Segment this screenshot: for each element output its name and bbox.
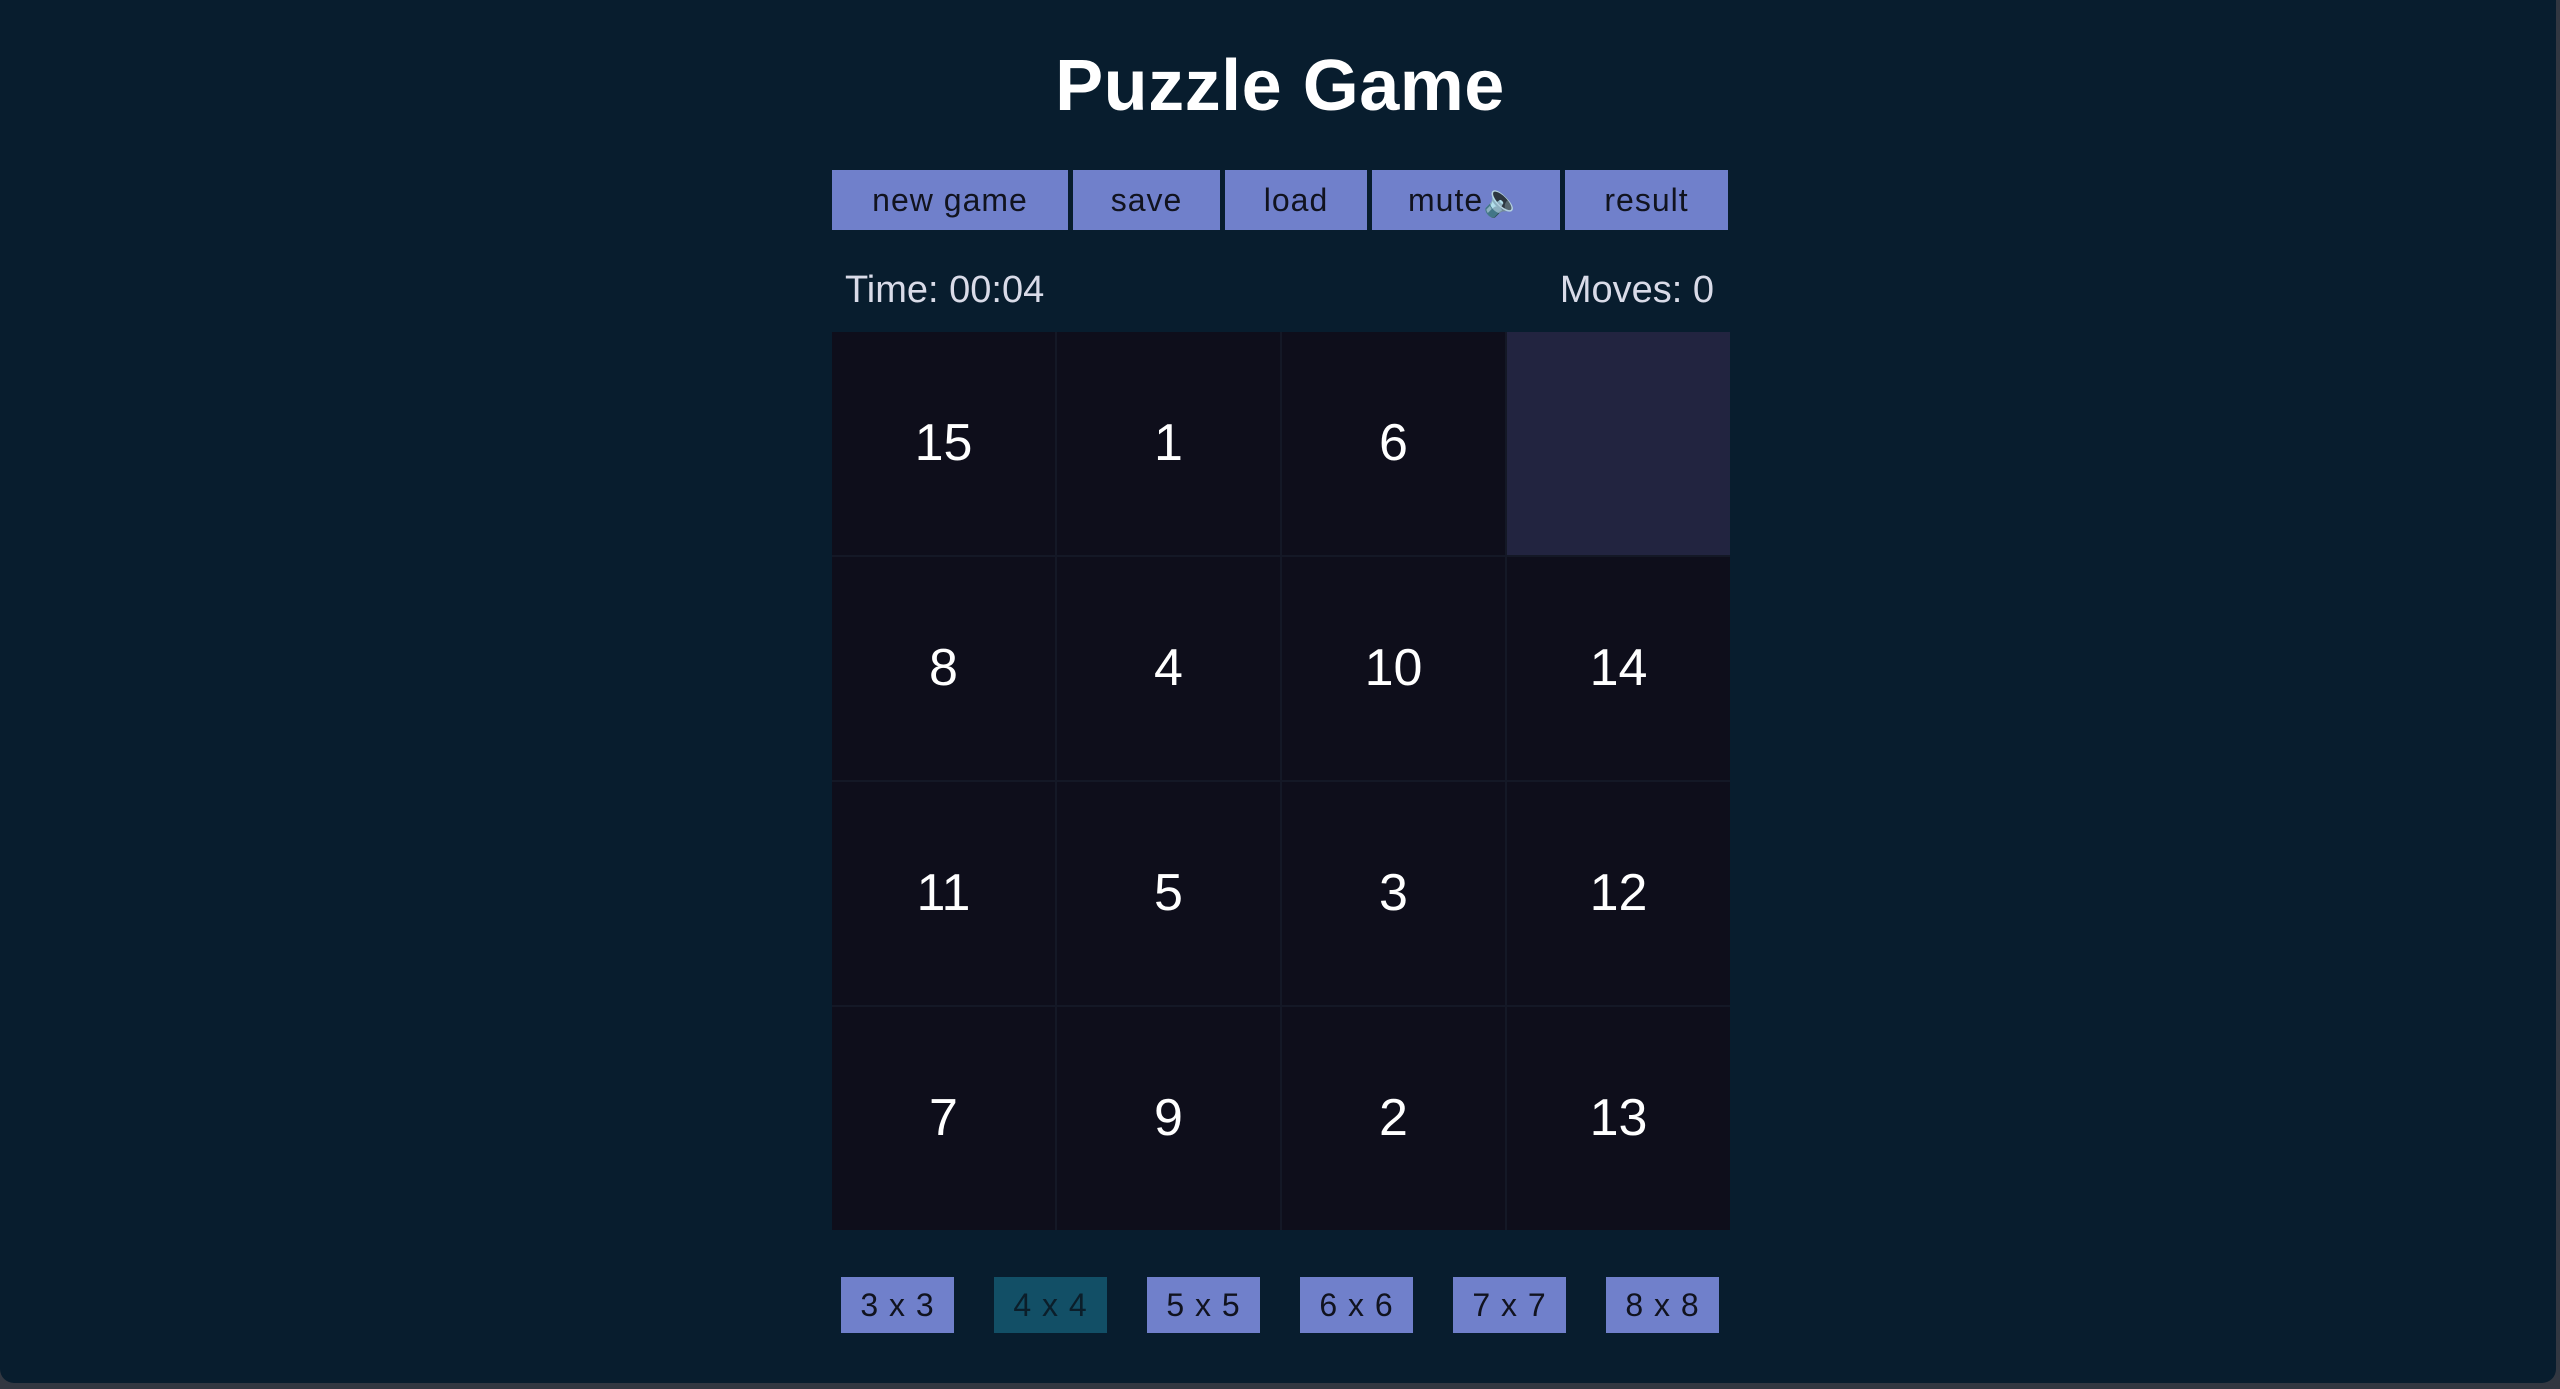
puzzle-tile[interactable]: 9 [1057,1007,1280,1230]
size-option-button[interactable]: 7 x 7 [1453,1277,1566,1333]
puzzle-tile[interactable]: 8 [832,557,1055,780]
time-display: Time: 00:04 [845,269,1045,311]
board-size-selector: 3 x 3 4 x 4 5 x 5 6 x 6 7 x 7 8 x 8 [832,1277,1730,1333]
toolbar: new game save load mute🔈 result [832,170,1728,230]
puzzle-board: 15 1 6 8 4 10 14 11 5 3 12 7 9 2 13 [832,332,1730,1230]
puzzle-tile[interactable]: 11 [832,782,1055,1005]
save-button[interactable]: save [1073,170,1220,230]
size-option-button[interactable]: 4 x 4 [994,1277,1107,1333]
puzzle-tile[interactable]: 2 [1282,1007,1505,1230]
puzzle-tile[interactable]: 1 [1057,332,1280,555]
new-game-button[interactable]: new game [832,170,1068,230]
empty-tile [1507,332,1730,555]
puzzle-tile[interactable]: 14 [1507,557,1730,780]
puzzle-tile[interactable]: 5 [1057,782,1280,1005]
puzzle-tile[interactable]: 6 [1282,332,1505,555]
moves-counter: Moves: 0 [1559,269,1714,311]
puzzle-tile[interactable]: 3 [1282,782,1505,1005]
size-option-button[interactable]: 6 x 6 [1300,1277,1413,1333]
puzzle-tile[interactable]: 10 [1282,557,1505,780]
puzzle-tile[interactable]: 12 [1507,782,1730,1005]
page-title: Puzzle Game [1055,46,1505,126]
size-option-button[interactable]: 8 x 8 [1606,1277,1719,1333]
puzzle-tile[interactable]: 13 [1507,1007,1730,1230]
puzzle-tile[interactable]: 7 [832,1007,1055,1230]
size-option-button[interactable]: 3 x 3 [841,1277,954,1333]
puzzle-tile[interactable]: 15 [832,332,1055,555]
result-button[interactable]: result [1565,170,1728,230]
game-page: Puzzle Game new game save load mute🔈 res… [0,0,2556,1383]
size-option-button[interactable]: 5 x 5 [1147,1277,1260,1333]
puzzle-tile[interactable]: 4 [1057,557,1280,780]
load-button[interactable]: load [1225,170,1367,230]
mute-button[interactable]: mute🔈 [1372,170,1560,230]
